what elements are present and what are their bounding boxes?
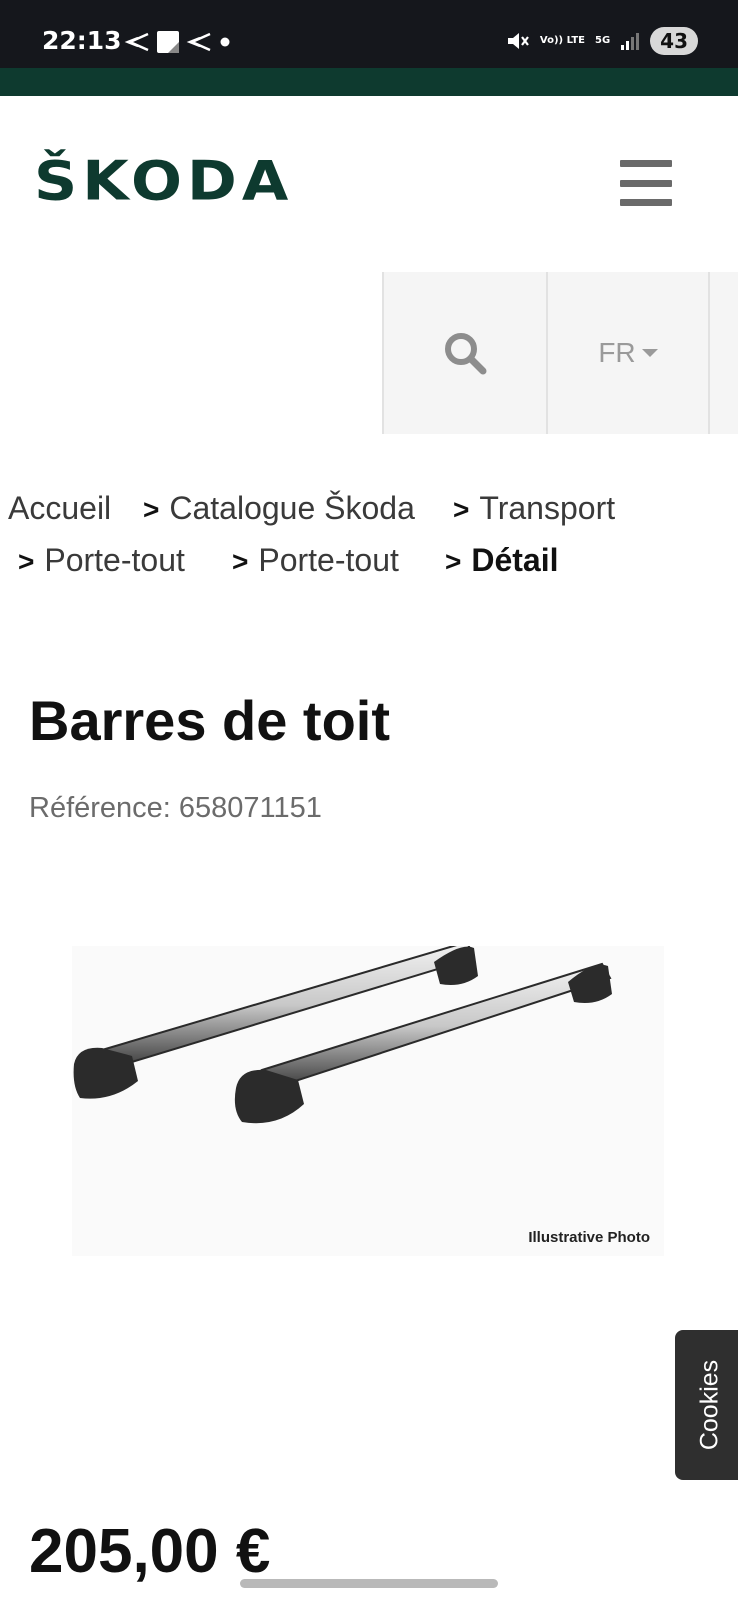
breadcrumb-item-porte-tout[interactable]: > Porte-tout	[18, 534, 185, 588]
signal-icon	[621, 33, 640, 50]
cookies-label: Cookies	[695, 1359, 724, 1451]
header-tool-extra[interactable]	[708, 272, 738, 434]
bird-notification-icon	[186, 32, 211, 52]
breadcrumb-item-catalogue[interactable]: > Catalogue Škoda	[143, 482, 415, 536]
status-icons: Vo)) LTE 5G 43	[506, 27, 698, 55]
product-price: 205,00 €	[29, 1517, 271, 1586]
product-reference: Référence: 658071151	[29, 792, 322, 825]
menu-icon	[620, 199, 672, 206]
header-tools: FR	[382, 272, 738, 434]
breadcrumb-separator: >	[445, 546, 462, 577]
skoda-logo[interactable]: ŠKODA	[34, 150, 293, 213]
battery-indicator: 43	[650, 27, 698, 55]
reference-value: 658071151	[178, 792, 322, 824]
product-title: Barres de toit	[29, 689, 390, 752]
brand-band	[0, 68, 738, 96]
breadcrumb-item-porte-tout[interactable]: > Porte-tout	[232, 534, 399, 588]
network-label: 5G	[594, 35, 611, 46]
breadcrumb-item-transport[interactable]: > Transport	[453, 482, 615, 536]
notification-icons	[124, 30, 232, 54]
breadcrumb: Accueil > Catalogue Škoda > Transport > Por…	[0, 482, 738, 586]
bird-notification-icon	[124, 32, 149, 52]
roof-bars-image	[73, 940, 612, 1124]
breadcrumb-item-current: > Détail	[445, 542, 559, 578]
menu-button[interactable]	[620, 160, 672, 206]
breadcrumb-separator: >	[453, 494, 470, 525]
breadcrumb-separator: >	[232, 546, 249, 577]
language-selector[interactable]: FR	[546, 272, 708, 434]
status-time: 22:13	[42, 26, 122, 55]
breadcrumb-separator: >	[143, 494, 160, 525]
volte-label: Vo)) LTE	[539, 35, 585, 46]
product-image: Illustrative Photo	[72, 940, 664, 1256]
search-button[interactable]	[382, 272, 546, 434]
image-caption: Illustrative Photo	[528, 1229, 650, 1246]
search-icon	[445, 333, 487, 375]
breadcrumb-separator: >	[18, 546, 35, 577]
cookies-button[interactable]: Cookies	[675, 1330, 738, 1480]
menu-icon	[620, 179, 672, 187]
status-bar: 22:13 Vo)) LTE 5G 43	[0, 0, 738, 68]
app-notification-icon	[157, 31, 179, 53]
caret-down-icon	[641, 349, 658, 357]
reference-label: Référence:	[29, 792, 171, 824]
more-notifications-dot-icon	[220, 37, 230, 47]
home-indicator[interactable]	[240, 1579, 498, 1588]
mute-icon	[507, 33, 529, 49]
breadcrumb-item-accueil[interactable]: Accueil	[8, 482, 111, 534]
menu-icon	[620, 160, 672, 167]
language-label: FR	[598, 337, 636, 368]
